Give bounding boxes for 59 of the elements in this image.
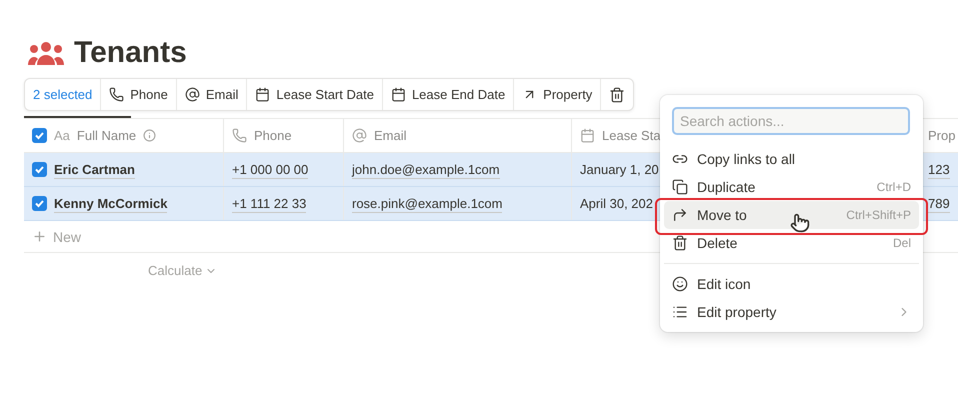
calendar-icon [255,87,270,102]
menu-item-label: Edit icon [697,276,752,292]
cell-link[interactable]: +1 111 22 33 [232,194,306,212]
cell-link[interactable]: +1 000 00 00 [232,160,308,178]
menu-item-label: Move to [697,207,748,223]
people-icon [28,41,64,65]
checkbox[interactable] [32,128,47,143]
column-header[interactable]: Phone [224,119,344,152]
cell-link[interactable]: rose.pink@example.1com [352,194,502,212]
selected-count-button[interactable]: 2 selected [25,79,102,110]
page-title: Tenants [74,36,187,70]
menu-item[interactable]: Edit property [664,298,919,326]
text-type-glyph: Aa [54,128,70,143]
phone-icon [232,128,247,143]
property-button[interactable]: Property [514,79,602,110]
at-sign-icon [184,87,200,102]
column-label: Full Name [76,128,136,143]
list-icon [672,304,688,320]
cell-link[interactable]: john.doe@example.1com [352,160,500,178]
property-button[interactable]: Phone [101,79,177,110]
property-button[interactable]: Lease End Date [382,79,514,110]
menu-item-label: Copy links to all [697,151,796,167]
cell-link[interactable]: 123 [928,160,950,178]
phone-icon [109,87,124,102]
property-button[interactable]: Lease Start Date [247,79,383,110]
checkbox[interactable] [32,196,47,211]
menu-item[interactable]: Move to Ctrl+Shift+P [664,201,919,229]
column-label: Phone [254,128,292,143]
shortcut-label: Ctrl+Shift+P [846,208,911,222]
check-icon [34,198,45,209]
calendar-icon [390,87,406,102]
curved-arrow-icon [672,207,688,223]
column-header[interactable]: Email [344,119,572,152]
menu-item-label: Delete [697,235,738,251]
check-icon [34,130,45,141]
column-label: Email [374,128,407,143]
column-label: Lease Sta [602,128,661,143]
column-label: Prop [928,128,956,143]
search-field[interactable]: Search actions... [672,107,910,135]
smiley-icon [672,276,688,292]
cell-link[interactable]: 789 [928,194,950,212]
plus-icon [32,229,47,244]
column-header[interactable]: Aa Full Name [24,119,224,152]
at-sign-icon [352,128,367,143]
check-icon [34,164,45,175]
name-link[interactable]: Kenny McCormick [54,194,168,212]
shortcut-label: Del [892,236,911,250]
name-link[interactable]: Eric Cartman [54,160,135,178]
trash-icon [672,235,688,251]
table-cell: January 1, 20 [580,162,659,177]
menu-item[interactable]: Edit icon [664,270,919,298]
checkbox[interactable] [32,162,47,177]
hand-cursor-icon [790,213,810,233]
table-cell: April 30, 202 [580,196,653,211]
menu-item-label: Edit property [697,304,778,320]
property-button[interactable]: Email [176,79,248,110]
calendar-icon [580,128,595,143]
trash-icon [609,86,626,102]
copy-icon [672,179,688,195]
